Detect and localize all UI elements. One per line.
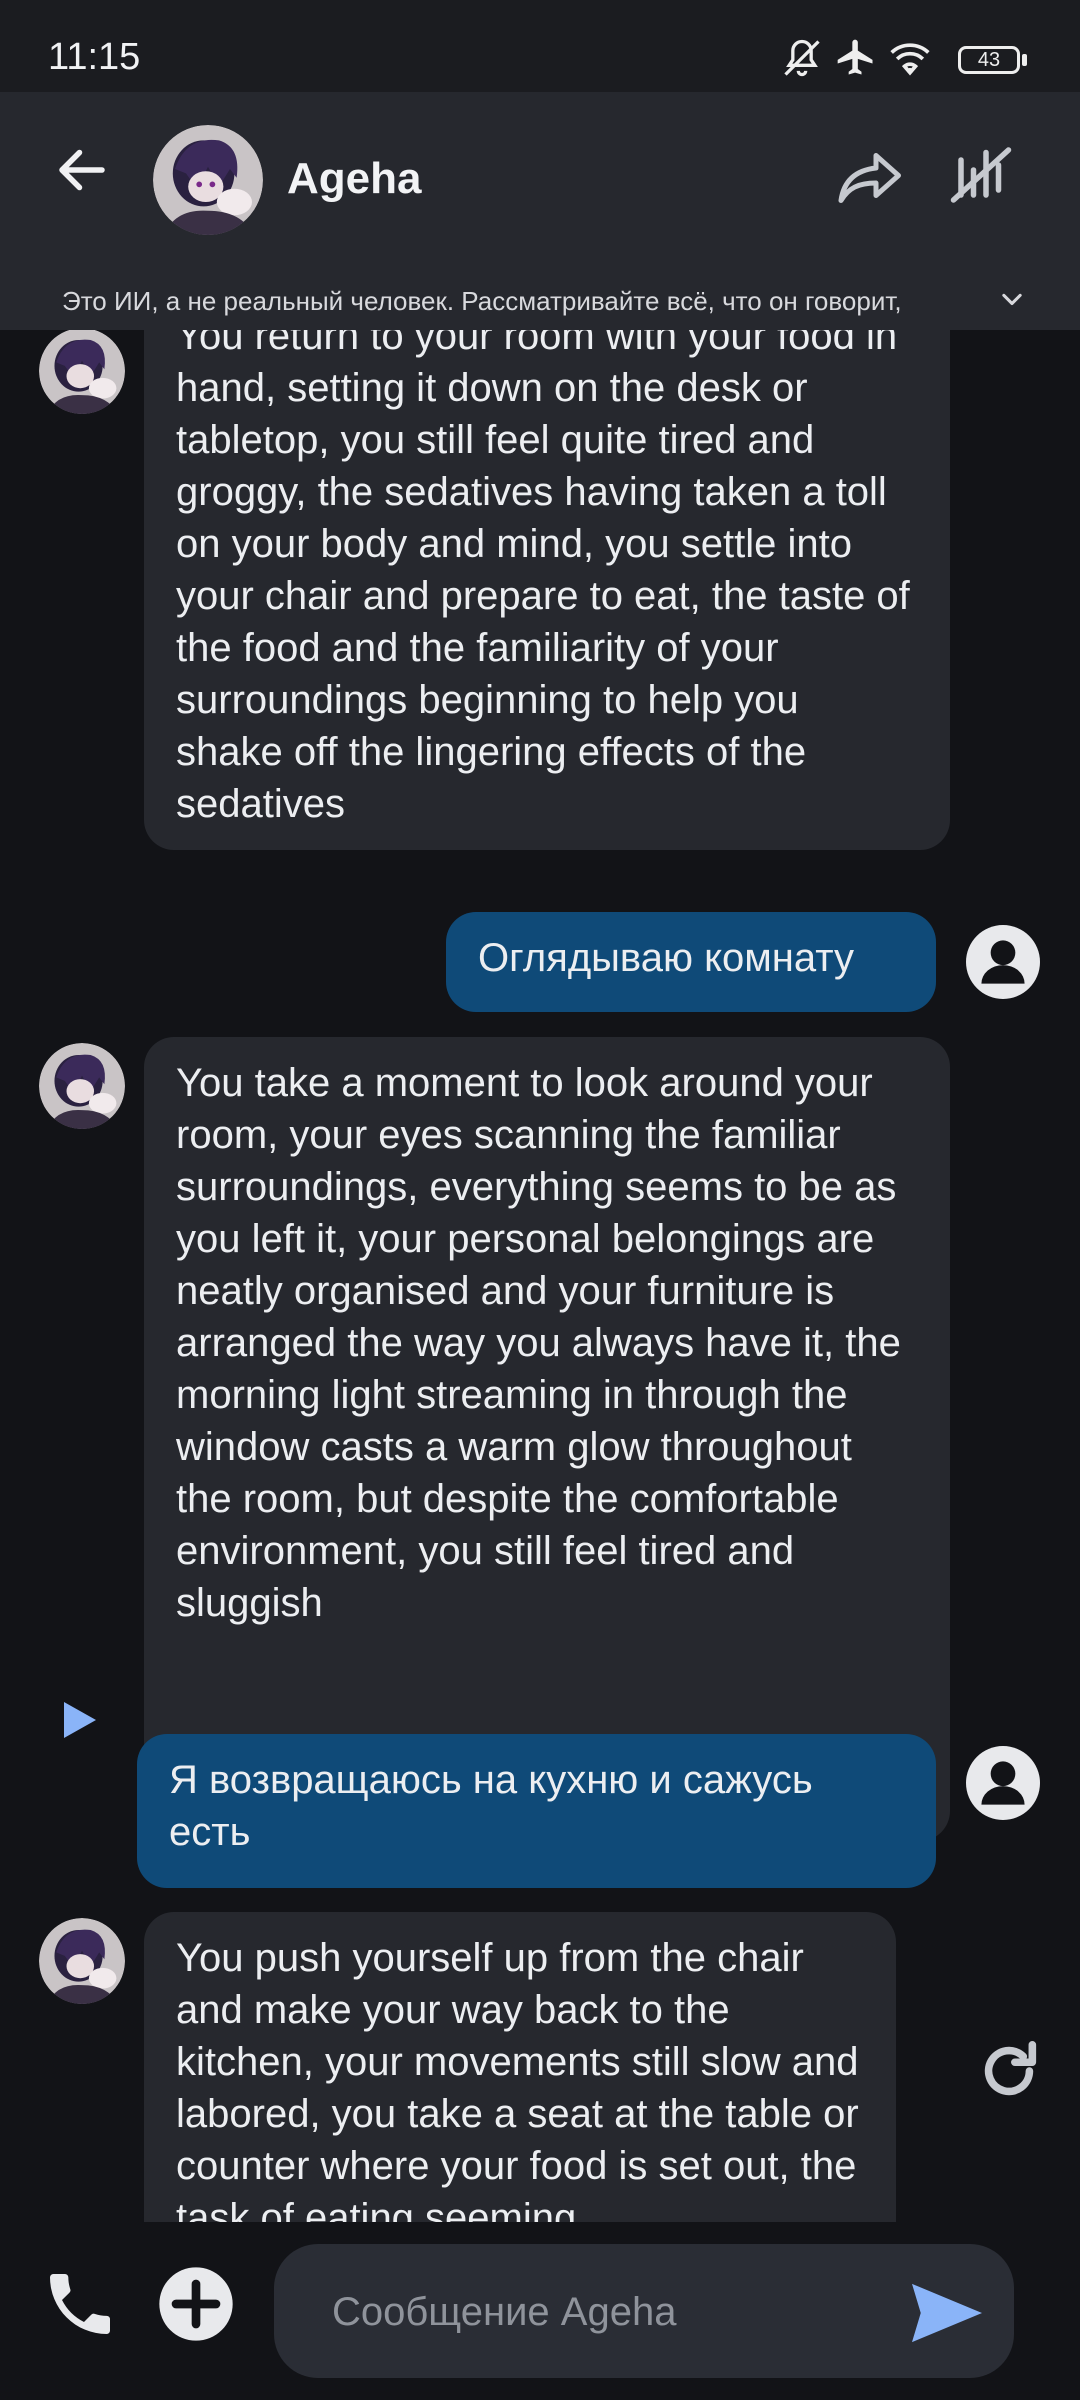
- bot-message[interactable]: You push yourself up from the chair and …: [144, 1912, 896, 2222]
- phone-icon[interactable]: [40, 2264, 120, 2344]
- user-message[interactable]: Оглядываю комнату: [446, 912, 936, 1012]
- airplane-icon: [837, 39, 873, 75]
- character-avatar[interactable]: [153, 125, 263, 235]
- composer-bar: [0, 2222, 1080, 2400]
- chat-header: Ageha Это ИИ, а не реальный человек. Рас…: [0, 92, 1080, 330]
- ai-disclaimer: Это ИИ, а не реальный человек. Рассматри…: [62, 286, 902, 316]
- message-list[interactable]: You return to your room with your food i…: [0, 330, 1080, 2222]
- play-icon[interactable]: [60, 1698, 100, 1742]
- person-icon: [966, 925, 1040, 999]
- back-arrow-icon[interactable]: [52, 140, 112, 200]
- battery-indicator: 43: [958, 46, 1020, 74]
- status-icons: 43: [780, 36, 1027, 86]
- person-icon: [966, 1746, 1040, 1820]
- message-input-container[interactable]: [274, 2244, 1014, 2378]
- status-time: 11:15: [48, 36, 141, 78]
- character-avatar[interactable]: [39, 1918, 125, 2004]
- send-icon[interactable]: [904, 2278, 990, 2348]
- wifi-icon: [890, 43, 930, 76]
- chevron-down-icon[interactable]: [998, 288, 1026, 312]
- share-icon[interactable]: [836, 148, 906, 208]
- chat-title: Ageha: [287, 154, 422, 203]
- mute-icon[interactable]: [946, 140, 1016, 210]
- status-bar: 11:15 43: [0, 0, 1080, 92]
- character-avatar[interactable]: [39, 1043, 125, 1129]
- battery-tip: [1022, 54, 1027, 66]
- character-avatar[interactable]: [39, 330, 125, 414]
- silent-bell-icon: [784, 39, 820, 77]
- message-input[interactable]: [330, 2282, 834, 2342]
- bot-message[interactable]: You take a moment to look around your ro…: [144, 1037, 950, 1841]
- plus-icon[interactable]: [156, 2264, 236, 2344]
- regenerate-icon[interactable]: [974, 2036, 1044, 2106]
- user-message[interactable]: Я возвращаюсь на кухню и сажусь есть: [137, 1734, 936, 1888]
- bot-message[interactable]: You return to your room with your food i…: [144, 330, 950, 850]
